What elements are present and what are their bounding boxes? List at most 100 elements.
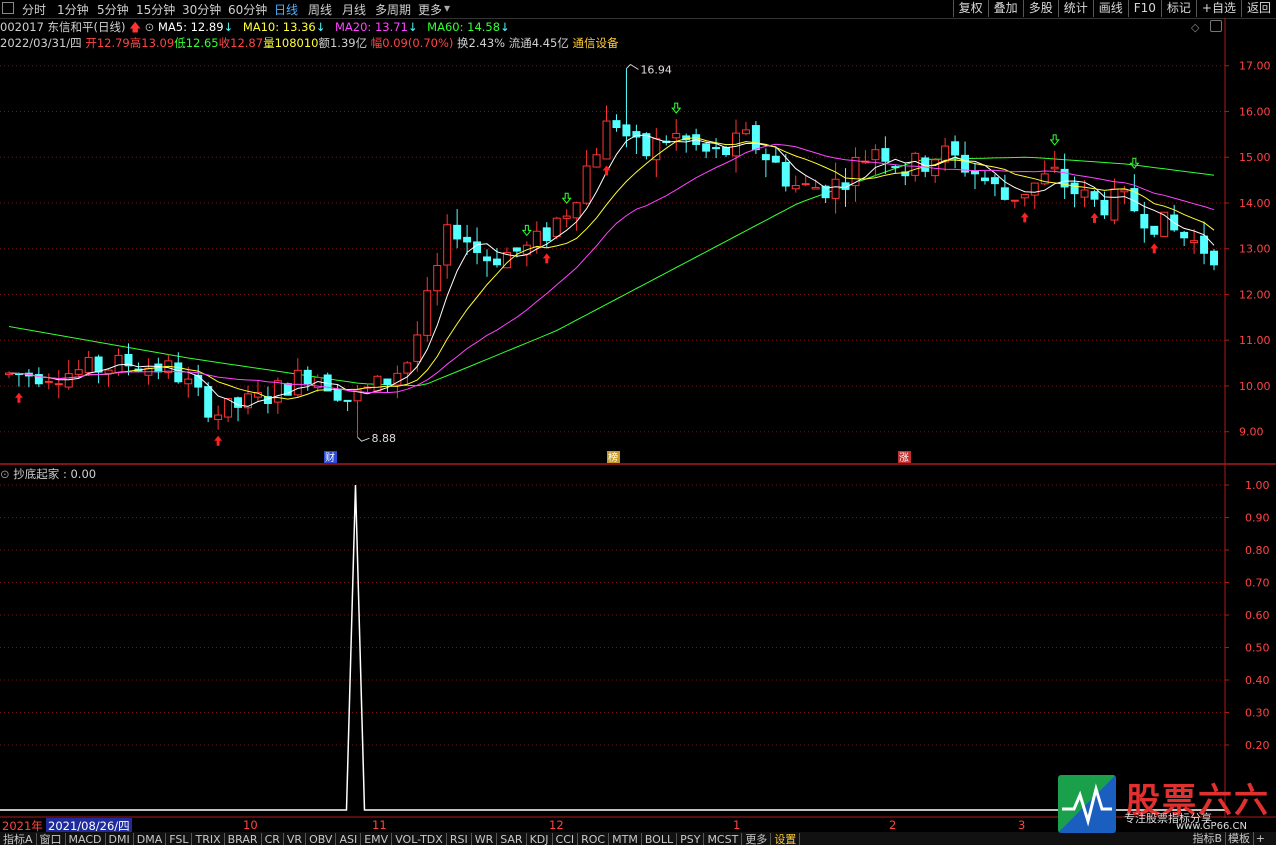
candle-body	[1130, 188, 1139, 212]
window-menu-icon[interactable]	[2, 2, 14, 14]
tab-roc[interactable]: ROC	[578, 833, 610, 845]
tab-window[interactable]: 窗口	[37, 833, 66, 845]
tab-wr[interactable]: WR	[472, 833, 498, 845]
indicator-title: 抄底起家 : 0.00	[13, 467, 97, 481]
candle-body	[662, 140, 671, 144]
statistics-button[interactable]: 统计	[1057, 0, 1093, 17]
candle-body	[343, 399, 352, 402]
candle-body	[781, 162, 790, 187]
period-tab-1min[interactable]: 1分钟	[57, 1, 89, 18]
tab-mtm[interactable]: MTM	[609, 833, 642, 845]
tab-boll[interactable]: BOLL	[642, 833, 678, 845]
candle-body	[323, 374, 332, 392]
price-tick-label: 9.00	[1239, 426, 1264, 439]
tab-more[interactable]: 更多	[742, 833, 772, 845]
draw-line-button[interactable]: 画线	[1092, 0, 1128, 17]
indicator-tick-label: 0.20	[1245, 739, 1270, 752]
back-button[interactable]: 返回	[1240, 0, 1276, 17]
period-tab-5min[interactable]: 5分钟	[97, 1, 129, 18]
candle-body	[273, 380, 282, 403]
candle-body	[911, 152, 920, 176]
tab-cci[interactable]: CCI	[553, 833, 579, 845]
period-tab-fenshi[interactable]: 分时	[22, 1, 46, 18]
candle-body	[672, 132, 681, 139]
candle-body	[702, 143, 711, 152]
chart-option-icon[interactable]	[1210, 20, 1222, 32]
tab-trix[interactable]: TRIX	[192, 833, 225, 845]
candle-body	[1140, 214, 1149, 229]
tab-mcst[interactable]: MCST	[704, 833, 743, 845]
tab-macd[interactable]: MACD	[66, 833, 106, 845]
ma5-line	[8, 134, 1215, 407]
tab-emv[interactable]: EMV	[361, 833, 393, 845]
period-tab-15min[interactable]: 15分钟	[136, 1, 175, 18]
fuquan-button[interactable]: 复权	[952, 0, 988, 17]
candle-body	[751, 125, 760, 151]
month-label-feb: 2	[889, 818, 897, 832]
tab-template[interactable]: 模板	[1225, 832, 1254, 845]
f10-button[interactable]: F10	[1127, 0, 1161, 17]
tab-dmi[interactable]: DMI	[106, 833, 134, 845]
period-tab-daily[interactable]: 日线	[274, 1, 298, 18]
overlay-button[interactable]: 叠加	[987, 0, 1023, 17]
candle-body	[463, 236, 472, 243]
more-dropdown-icon[interactable]: ▾	[444, 1, 450, 15]
candle-body	[373, 375, 382, 392]
tab-obv[interactable]: OBV	[306, 833, 337, 845]
candle-body	[303, 369, 312, 385]
ma-settings-icon[interactable]: ⊙	[145, 20, 155, 34]
period-tab-monthly[interactable]: 月线	[342, 1, 366, 18]
event-marker-bg	[607, 451, 620, 463]
tab-sar[interactable]: SAR	[497, 833, 527, 845]
candle-body	[224, 398, 233, 418]
candle-body	[283, 383, 292, 396]
candle-body	[164, 360, 173, 373]
indicator-settings-icon[interactable]: ⊙	[0, 467, 10, 481]
tab-kdj[interactable]: KDJ	[527, 833, 553, 845]
period-tab-weekly[interactable]: 周线	[308, 1, 332, 18]
tab-fsl[interactable]: FSL	[166, 833, 193, 845]
diamond-icon[interactable]: ◇	[1191, 21, 1199, 34]
ma10-line	[8, 137, 1215, 400]
tab-rsi[interactable]: RSI	[447, 833, 472, 845]
candle-body	[612, 120, 621, 129]
tab-brar[interactable]: BRAR	[225, 833, 262, 845]
ma-info-line: 002017 东信和平(日线) 🡅 ⊙ MA5: 12.89↓ MA10: 13…	[0, 19, 510, 35]
candle-body	[542, 227, 551, 241]
tab-dma[interactable]: DMA	[134, 833, 167, 845]
tab-vr[interactable]: VR	[284, 833, 307, 845]
period-tab-multi[interactable]: 多周期	[375, 1, 411, 18]
candle-body	[473, 241, 482, 253]
tab-indicator-a[interactable]: 指标A	[0, 833, 37, 845]
candle-body	[44, 380, 53, 383]
candle-body	[214, 414, 223, 421]
multi-stock-button[interactable]: 多股	[1022, 0, 1058, 17]
mark-button[interactable]: 标记	[1160, 0, 1196, 17]
period-tab-60min[interactable]: 60分钟	[228, 1, 267, 18]
indicator-tick-label: 0.40	[1245, 674, 1270, 687]
candle-body	[761, 154, 770, 161]
candle-body	[1090, 191, 1099, 200]
kline-chart[interactable]: 16.948.88财榜涨 17.0016.0015.0014.0013.0012…	[0, 0, 1276, 845]
tab-psy[interactable]: PSY	[677, 833, 705, 845]
tab-settings[interactable]: 设置	[771, 833, 801, 845]
period-tab-more[interactable]: 更多	[418, 1, 442, 18]
sector-link[interactable]: 通信设备	[573, 36, 619, 50]
indicator-tick-label: 0.60	[1245, 609, 1270, 622]
price-tick-label: 17.00	[1239, 60, 1271, 73]
event-marker-bg	[324, 451, 337, 463]
add-watchlist-button[interactable]: +自选	[1195, 0, 1241, 17]
turnover-value: 换2.43%	[457, 36, 506, 50]
candle-body	[881, 148, 890, 162]
candle-body	[522, 244, 531, 255]
candle-body	[353, 389, 362, 402]
float-cap-value: 流通4.45亿	[508, 36, 569, 50]
candle-body	[821, 185, 830, 199]
tab-asi[interactable]: ASI	[336, 833, 362, 845]
period-tab-30min[interactable]: 30分钟	[182, 1, 221, 18]
tab-vol-tdx[interactable]: VOL-TDX	[392, 833, 447, 845]
tab-indicator-b[interactable]: 指标B	[1189, 832, 1226, 845]
buy-arrow-icon	[602, 165, 611, 176]
add-tab-icon[interactable]: +	[1253, 832, 1268, 845]
tab-cr[interactable]: CR	[262, 833, 284, 845]
